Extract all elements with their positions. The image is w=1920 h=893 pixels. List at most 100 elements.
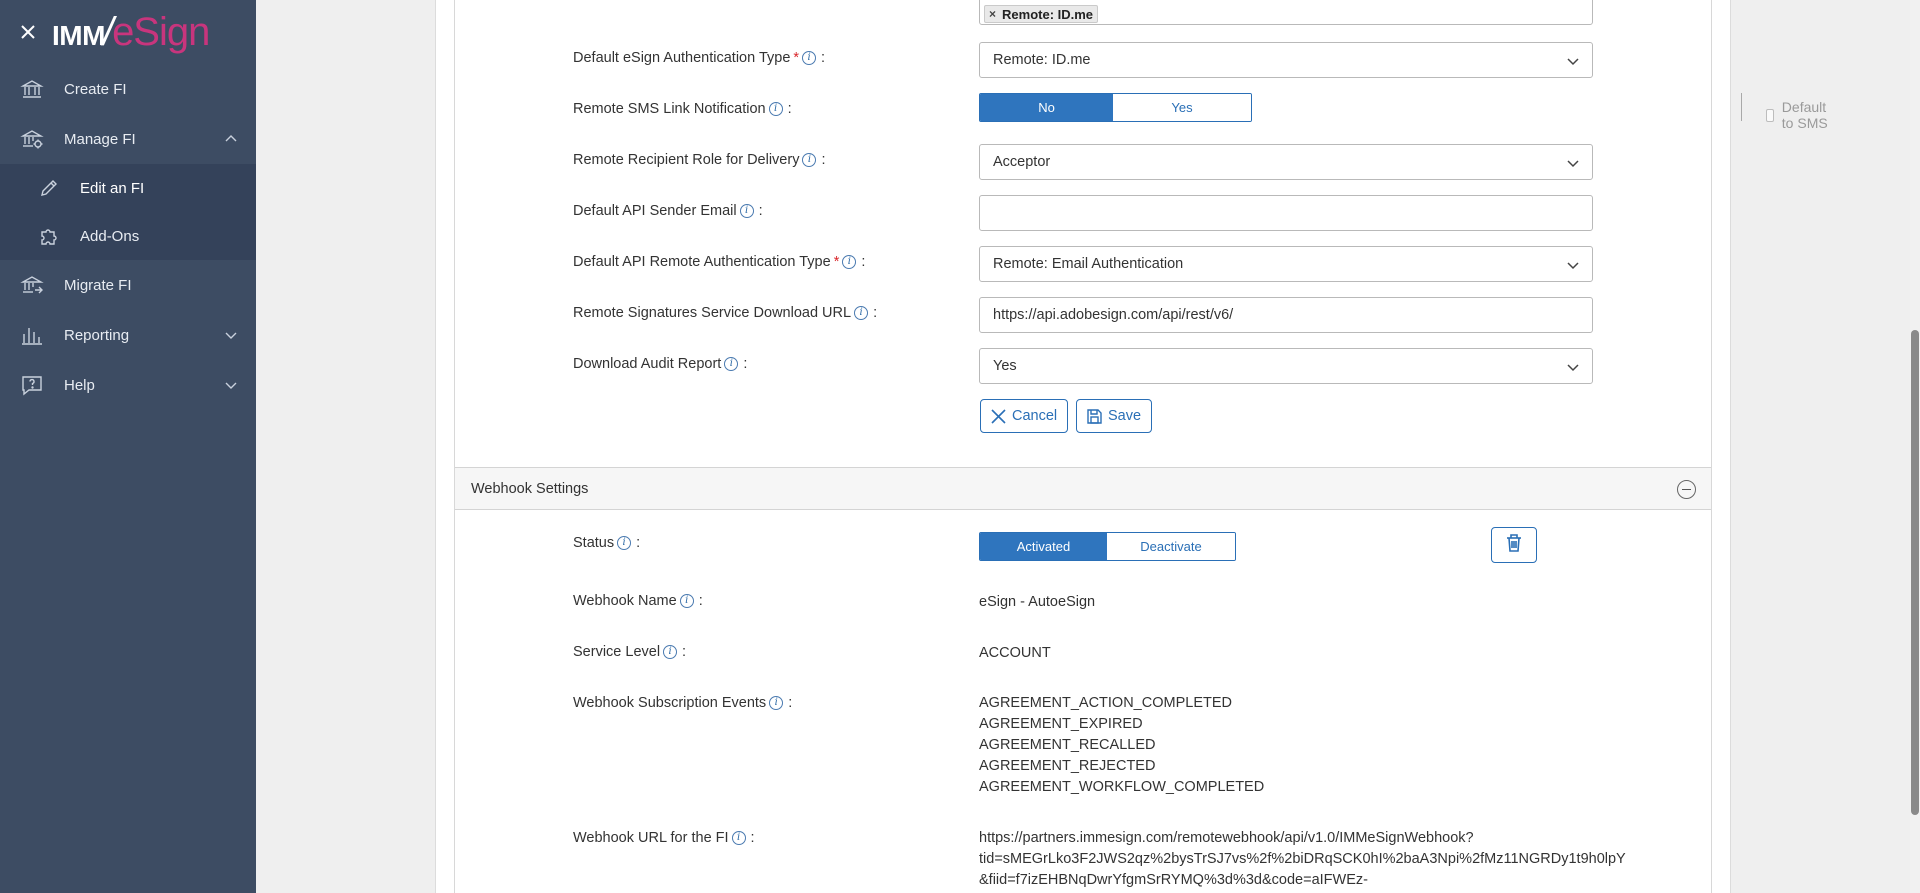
info-icon[interactable]: i (617, 536, 632, 550)
label-text: Webhook URL for the FI (573, 830, 729, 846)
floppy-disk-icon (1086, 408, 1103, 425)
webhook-status-label: Status i : (573, 535, 640, 551)
activated-option[interactable]: Activated (980, 533, 1107, 560)
label-text: Remote Signatures Service Download URL (573, 305, 852, 321)
audit-report-select[interactable]: Yes (979, 348, 1593, 384)
sidebar-item-label: Add-Ons (80, 227, 140, 245)
default-to-sms-checkbox[interactable]: Default to SMS (1766, 99, 1831, 131)
label-text: Remote SMS Link Notification (573, 101, 766, 117)
list-item: AGREEMENT_RECALLED (979, 737, 1156, 753)
checkbox-box[interactable] (1766, 108, 1774, 122)
info-icon[interactable]: i (769, 696, 784, 710)
sidebar-item-edit-an-fi[interactable]: Edit an FI (0, 164, 256, 212)
sms-no-option[interactable]: No (980, 94, 1113, 121)
chevron-down-icon (224, 328, 238, 342)
bank-migrate-icon (20, 273, 44, 297)
sidebar-item-label: Edit an FI (80, 179, 145, 197)
list-item: AGREEMENT_REJECTED (979, 758, 1156, 774)
settings-panel: × Remote: ID.me Default eSign Authentica… (454, 0, 1828, 893)
download-url-input[interactable]: https://api.adobesign.com/api/rest/v6/ (979, 297, 1593, 333)
sidebar-item-label: Reporting (64, 326, 130, 344)
sidebar-item-label: Help (64, 376, 95, 394)
webhook-name-label: Webhook Name i : (573, 593, 703, 609)
info-icon[interactable]: i (802, 51, 817, 65)
deactivate-option[interactable]: Deactivate (1107, 533, 1235, 560)
info-icon[interactable]: i (679, 594, 694, 608)
select-value: Remote: Email Authentication (993, 256, 1184, 272)
chevron-down-icon (1566, 258, 1580, 272)
api-sender-email-input[interactable] (979, 195, 1593, 231)
logo: IMM / eSign (52, 10, 210, 54)
input-value: https://api.adobesign.com/api/rest/v6/ (993, 307, 1234, 323)
label-colon: : (758, 203, 763, 219)
url-line: https://partners.immesign.com/remotewebh… (979, 830, 1474, 846)
delete-webhook-button[interactable] (1491, 527, 1537, 563)
logo-esign: eSign (112, 10, 210, 54)
chevron-down-icon (1566, 54, 1580, 68)
sidebar-item-create-fi[interactable]: Create FI (0, 64, 256, 114)
scrollbar-thumb[interactable] (1911, 330, 1919, 815)
info-icon[interactable]: i (731, 831, 746, 845)
default-auth-label: Default eSign Authentication Type * i : (573, 50, 825, 66)
help-chat-icon (20, 373, 44, 397)
bank-settings-icon (20, 127, 44, 151)
subscription-events-list: AGREEMENT_ACTION_COMPLETED AGREEMENT_EXP… (979, 693, 1264, 798)
webhook-section-header[interactable]: Webhook Settings (455, 467, 1711, 510)
service-level-label: Service Level i : (573, 644, 686, 660)
sidebar: IMM / eSign Create FI Manage FI Edit an … (0, 0, 256, 893)
tag-label: Remote: ID.me (1002, 6, 1094, 22)
sidebar-header: IMM / eSign (0, 0, 256, 64)
label-colon: : (821, 50, 826, 66)
page-scrollbar[interactable] (1910, 0, 1920, 893)
download-url-label: Remote Signatures Service Download URL i… (573, 305, 877, 321)
list-item: AGREEMENT_EXPIRED (979, 716, 1143, 732)
label-text: Default eSign Authentication Type (573, 50, 791, 66)
sms-notification-label: Remote SMS Link Notification i : (573, 101, 792, 117)
collapse-icon[interactable] (1677, 480, 1696, 499)
bank-icon (20, 77, 44, 101)
puzzle-icon (38, 225, 60, 247)
save-button[interactable]: Save (1076, 399, 1153, 433)
service-level-value: ACCOUNT (979, 645, 1051, 661)
auth-type-tag: × Remote: ID.me (984, 5, 1099, 23)
label-text: Service Level (573, 644, 661, 660)
recipient-role-select[interactable]: Acceptor (979, 144, 1593, 180)
sidebar-item-reporting[interactable]: Reporting (0, 310, 256, 360)
label-text: Default API Remote Authentication Type (573, 254, 831, 270)
required-mark: * (833, 254, 840, 270)
cancel-button[interactable]: Cancel (980, 399, 1069, 433)
info-icon[interactable]: i (739, 204, 754, 218)
sidebar-item-help[interactable]: Help (0, 360, 256, 410)
sidebar-item-label: Manage FI (64, 130, 136, 148)
label-text: Remote Recipient Role for Delivery (573, 152, 800, 168)
info-icon[interactable]: i (854, 306, 869, 320)
info-icon[interactable]: i (802, 153, 817, 167)
button-label: Save (1108, 408, 1142, 424)
label-colon: : (682, 644, 687, 660)
webhook-name-value: eSign - AutoeSign (979, 594, 1096, 610)
chevron-down-icon (1566, 360, 1580, 374)
default-auth-select[interactable]: Remote: ID.me (979, 42, 1593, 78)
chevron-up-icon (224, 132, 238, 146)
info-icon[interactable]: i (768, 102, 783, 116)
logo-imm: IMM (52, 20, 105, 51)
sidebar-item-migrate-fi[interactable]: Migrate FI (0, 260, 256, 310)
sidebar-item-add-ons[interactable]: Add-Ons (0, 212, 256, 260)
chevron-down-icon (1566, 156, 1580, 170)
label-colon: : (788, 695, 793, 711)
close-icon[interactable] (18, 22, 38, 42)
api-auth-select[interactable]: Remote: Email Authentication (979, 246, 1593, 282)
api-sender-email-label: Default API Sender Email i : (573, 203, 763, 219)
tag-remove-icon[interactable]: × (989, 7, 996, 21)
button-label: Cancel (1012, 408, 1058, 424)
sms-yes-option[interactable]: Yes (1113, 94, 1251, 121)
url-line: &fiid=f7izEHBNqDwrYfgmSrRYMQ%3d%3d&code=… (979, 872, 1368, 888)
auth-types-multiselect[interactable]: × Remote: ID.me (979, 0, 1593, 25)
info-icon[interactable]: i (663, 645, 678, 659)
info-icon[interactable]: i (842, 255, 857, 269)
checkbox-label: Default to SMS (1781, 99, 1828, 131)
label-colon: : (698, 593, 703, 609)
info-icon[interactable]: i (724, 357, 739, 371)
label-colon: : (636, 535, 641, 551)
sidebar-item-manage-fi[interactable]: Manage FI (0, 114, 256, 164)
